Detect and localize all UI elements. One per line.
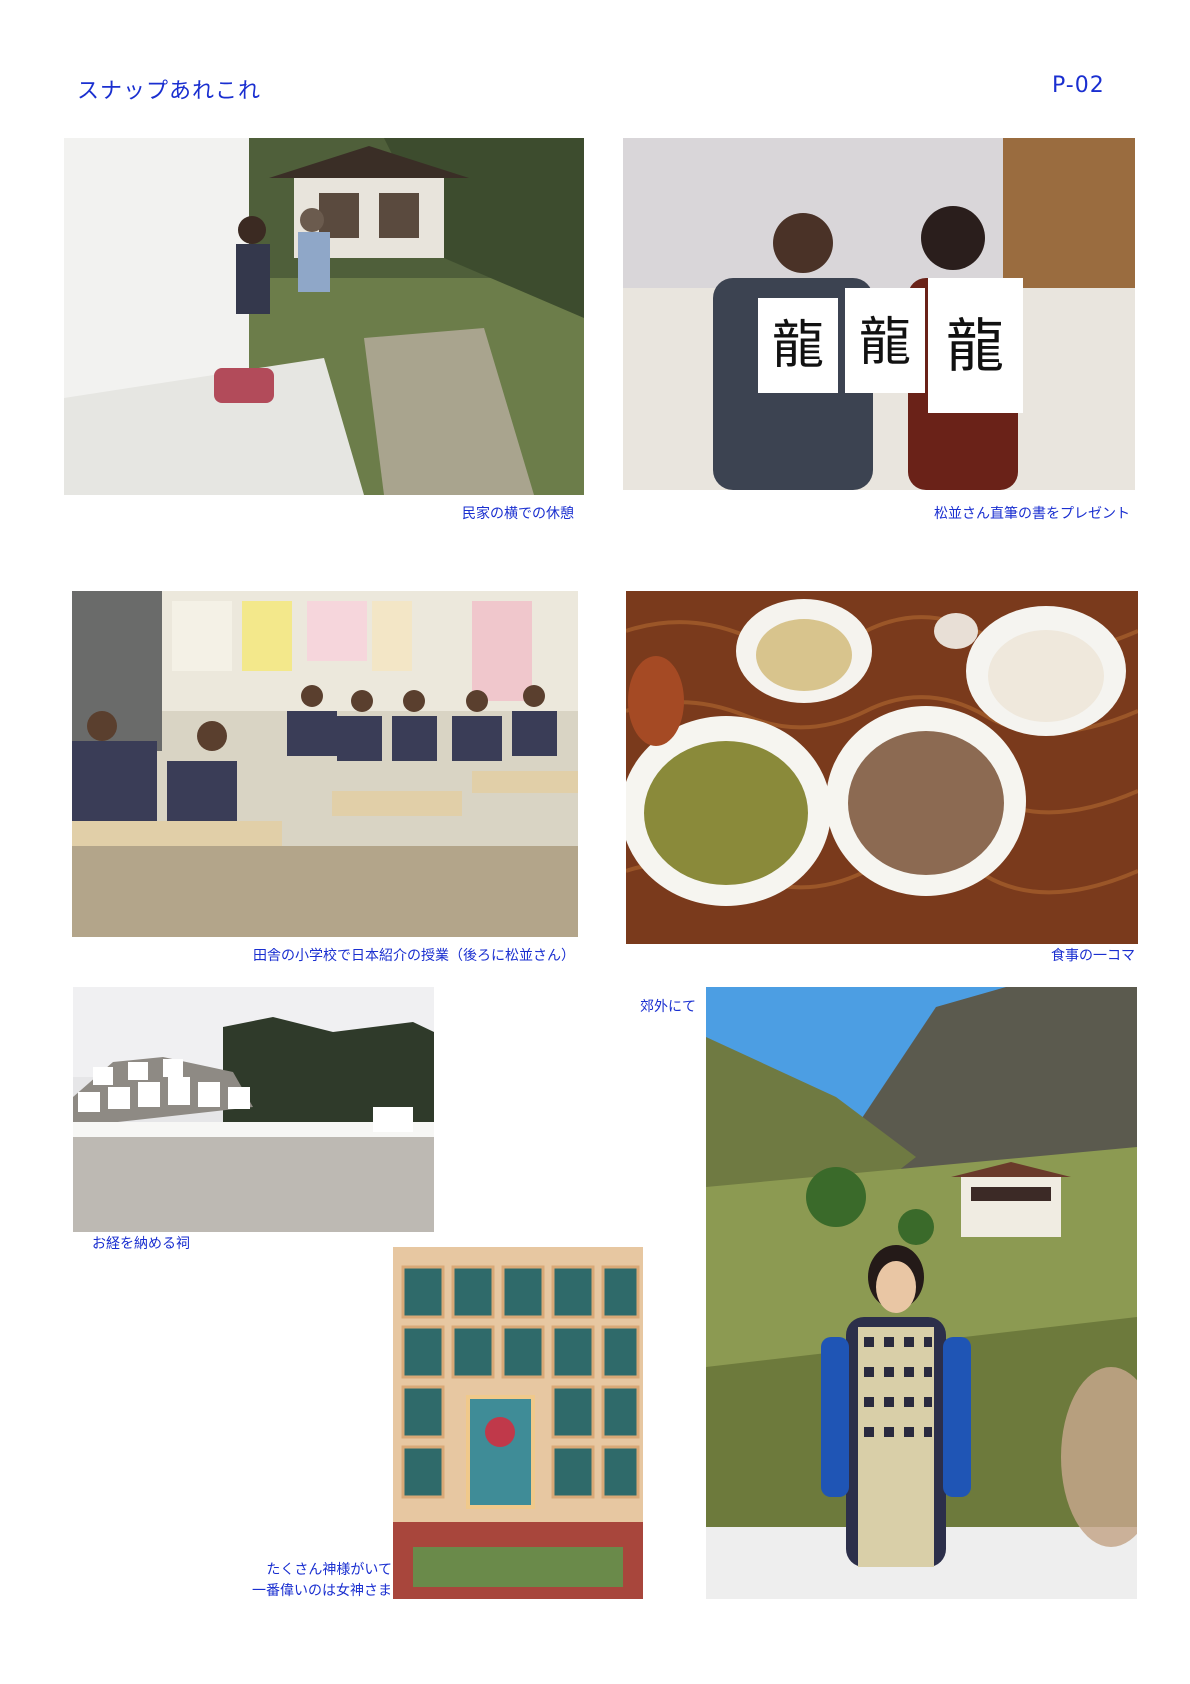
photo-caption: たくさん神様がいて	[266, 1562, 392, 1578]
photo-caption: 一番偉いのは女神さま	[252, 1583, 392, 1599]
calligraphy-character: 龍	[859, 313, 911, 373]
photo-calligraphy-gift: 龍 龍 龍	[623, 138, 1135, 490]
photo-caption: 郊外にて	[640, 999, 696, 1015]
photo-shrine-interior	[393, 1247, 643, 1599]
photo-caption: 民家の横での休憩	[462, 506, 574, 522]
photo-suburbs	[706, 987, 1137, 1599]
photo-caption: 松並さん直筆の書をプレゼント	[934, 506, 1130, 522]
photo-stupas	[73, 987, 434, 1232]
page-title: スナップあれこれ	[77, 79, 262, 104]
calligraphy-character: 龍	[946, 312, 1004, 380]
calligraphy-character: 龍	[772, 316, 824, 376]
photo-caption: 田舎の小学校で日本紹介の授業（後ろに松並さん）	[253, 948, 575, 964]
photo-caption: お経を納める祠	[92, 1236, 190, 1252]
photo-classroom	[72, 591, 578, 937]
photo-meal	[626, 591, 1138, 944]
photo-caption: 食事の一コマ	[1051, 948, 1135, 964]
page-number: P-02	[1052, 73, 1105, 98]
photo-rest-beside-house	[64, 138, 584, 495]
